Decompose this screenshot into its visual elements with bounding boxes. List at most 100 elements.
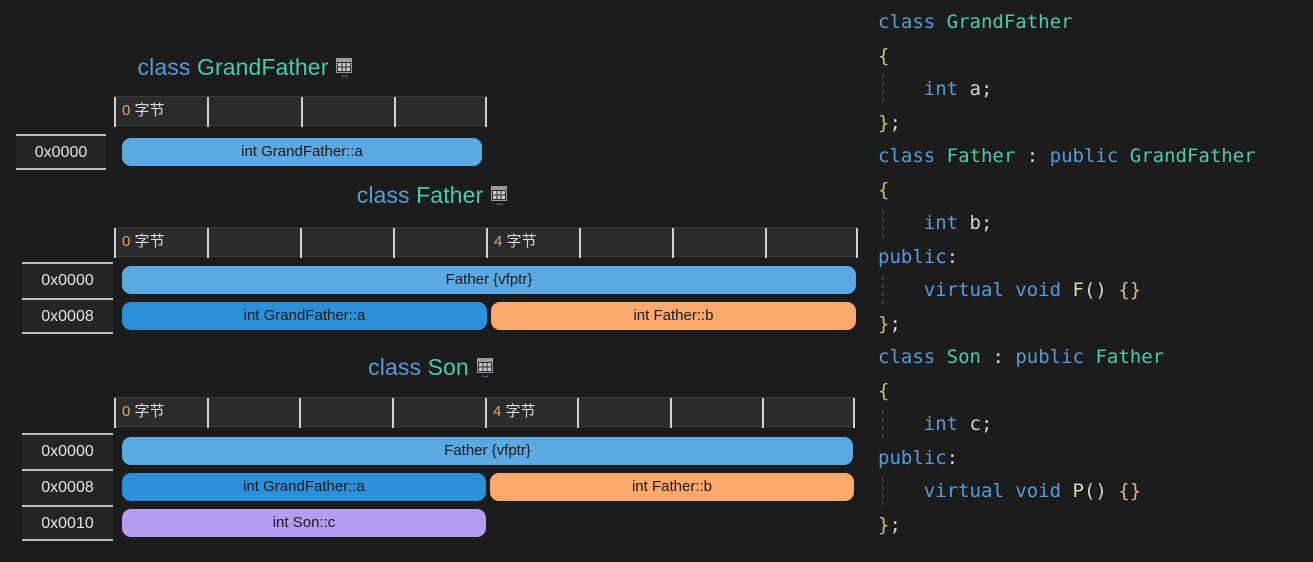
ruler-label: 0 字节 (122, 102, 165, 119)
address-cell: 0x0000 (22, 262, 113, 298)
class-name: Father (416, 182, 484, 208)
code-token: class (878, 11, 936, 33)
table-grid-icon[interactable]: ↔ (490, 186, 509, 209)
class-title-grandfather: class GrandFather ↔ (0, 52, 492, 82)
ruler-label-number: 4 (494, 233, 503, 250)
class-keyword: class (356, 182, 410, 208)
ruler-tick (485, 97, 487, 127)
ruler-label-number: 0 (122, 403, 131, 420)
ruler-tick (114, 398, 116, 428)
code-token: c (969, 413, 981, 435)
field-bar[interactable]: Father {vfptr} (122, 266, 856, 294)
field-bar[interactable]: int GrandFather::a (122, 473, 486, 501)
field-bars-son: Father {vfptr}int GrandFather::a int Fath… (122, 437, 854, 545)
address-cell: 0x0008 (22, 469, 113, 505)
code-line: { (878, 375, 1313, 409)
code-token: {} (1118, 279, 1142, 301)
ruler-label: 0 字节 (122, 403, 165, 420)
address-cell: 0x0000 (16, 134, 106, 170)
ruler-tick (300, 228, 302, 258)
code-token: { (878, 44, 890, 67)
code-token: GrandFather (946, 11, 1073, 33)
ruler-tick (672, 228, 674, 258)
field-bar[interactable]: int Father::b (490, 473, 854, 501)
code-token: : (992, 346, 1004, 368)
field-bar[interactable]: int GrandFather::a (122, 138, 482, 166)
code-token: : (946, 446, 959, 469)
code-line: virtual void P() {} (878, 475, 1313, 509)
code-line: }; (878, 509, 1313, 543)
code-token: int (923, 78, 959, 100)
ruler-tick (853, 398, 855, 428)
address-column-grandfather: 0x0000 (16, 134, 106, 170)
code-token: a (969, 78, 981, 100)
code-line: public: (878, 241, 1313, 275)
code-token: public (1015, 346, 1084, 368)
address-cell: 0x0008 (22, 298, 113, 334)
code-token: Son (946, 346, 981, 368)
code-token: } (878, 111, 890, 134)
indent-guide (882, 410, 883, 441)
resize-arrow-icon: ↔ (494, 197, 506, 209)
ruler-tick (579, 228, 581, 258)
ruler-tick (301, 97, 303, 127)
code-token: int (923, 413, 959, 435)
code-token: void (1015, 279, 1062, 301)
code-line: public: (878, 442, 1313, 476)
code-line: }; (878, 107, 1313, 141)
code-token: public (878, 446, 947, 469)
field-bar[interactable]: int Father::b (491, 302, 856, 330)
field-bars-grandfather: int GrandFather::a (122, 138, 482, 174)
table-grid-icon[interactable]: ↔ (335, 58, 354, 81)
code-token: void (1015, 480, 1062, 502)
ruler-tick (207, 398, 209, 428)
code-token: public (878, 245, 947, 268)
code-line: { (878, 174, 1313, 208)
code-token: GrandFather (1129, 145, 1256, 167)
code-token: public (1049, 145, 1119, 167)
ruler-tick (856, 228, 858, 258)
code-token: P (1072, 480, 1084, 502)
field-bar[interactable]: int GrandFather::a (122, 302, 487, 330)
code-line: }; (878, 308, 1313, 342)
indent-guide (882, 276, 883, 307)
class-title-son: class Son ↔ (0, 352, 863, 382)
byte-ruler-father: 0 字节 4 字节 (114, 227, 858, 258)
class-title-father: class Father ↔ (0, 180, 866, 210)
code-token: class (878, 145, 936, 167)
code-token: : (946, 245, 959, 268)
field-bar[interactable]: Father {vfptr} (122, 437, 853, 465)
code-token: Father (946, 145, 1016, 167)
address-cell: 0x0010 (22, 505, 113, 541)
source-code-panel: class GrandFather{ int a;}; class Father … (878, 6, 1313, 562)
byte-ruler-son: 0 字节 4 字节 (114, 397, 855, 428)
ruler-tick (577, 398, 579, 428)
resize-arrow-icon: ↔ (339, 69, 351, 81)
indent-guide (882, 477, 883, 508)
table-grid-icon[interactable]: ↔ (476, 358, 495, 381)
ruler-label-number: 0 (122, 233, 131, 250)
ruler-label: 4 字节 (493, 403, 536, 420)
code-line: class GrandFather (878, 6, 1313, 40)
ruler-tick (485, 398, 487, 428)
code-token: virtual (923, 480, 1004, 502)
code-token: class (878, 346, 936, 368)
code-line: virtual void F() {} (878, 274, 1313, 308)
field-bar[interactable]: int Son::c (122, 509, 486, 537)
code-token: { (878, 178, 890, 201)
code-line: { (878, 40, 1313, 74)
ruler-tick (765, 228, 767, 258)
ruler-tick (207, 228, 209, 258)
code-token: ; (889, 513, 901, 536)
